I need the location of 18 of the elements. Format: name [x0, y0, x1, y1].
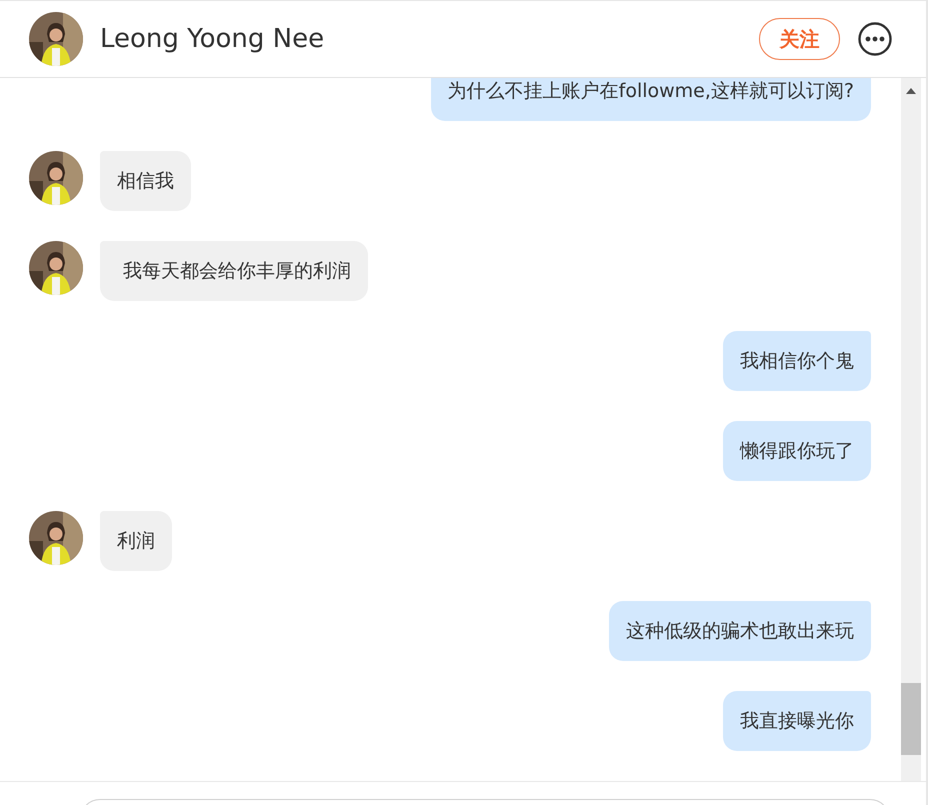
scrollbar[interactable] [901, 78, 921, 781]
more-icon[interactable] [858, 22, 892, 56]
avatar [29, 151, 83, 205]
avatar [29, 511, 83, 565]
received-message: 相信我 [100, 151, 191, 211]
sent-message: 懒得跟你玩了 [723, 421, 871, 481]
scroll-up-icon[interactable] [906, 88, 916, 94]
received-message: 我每天都会给你丰厚的利润 [100, 241, 368, 301]
follow-button[interactable]: 关注 [759, 18, 840, 60]
sent-message: 为什么不挂上账户在followme,这样就可以订阅? [430, 78, 871, 121]
avatar [29, 12, 83, 66]
scroll-thumb[interactable] [901, 683, 921, 755]
sent-message: 我直接曝光你 [723, 691, 871, 751]
sent-message: 我相信你个鬼 [723, 331, 871, 391]
avatar [29, 241, 83, 295]
received-message: 利润 [100, 511, 172, 571]
contact-name: Leong Yoong Nee [100, 24, 324, 54]
sent-message: 这种低级的骗术也敢出来玩 [609, 601, 871, 661]
